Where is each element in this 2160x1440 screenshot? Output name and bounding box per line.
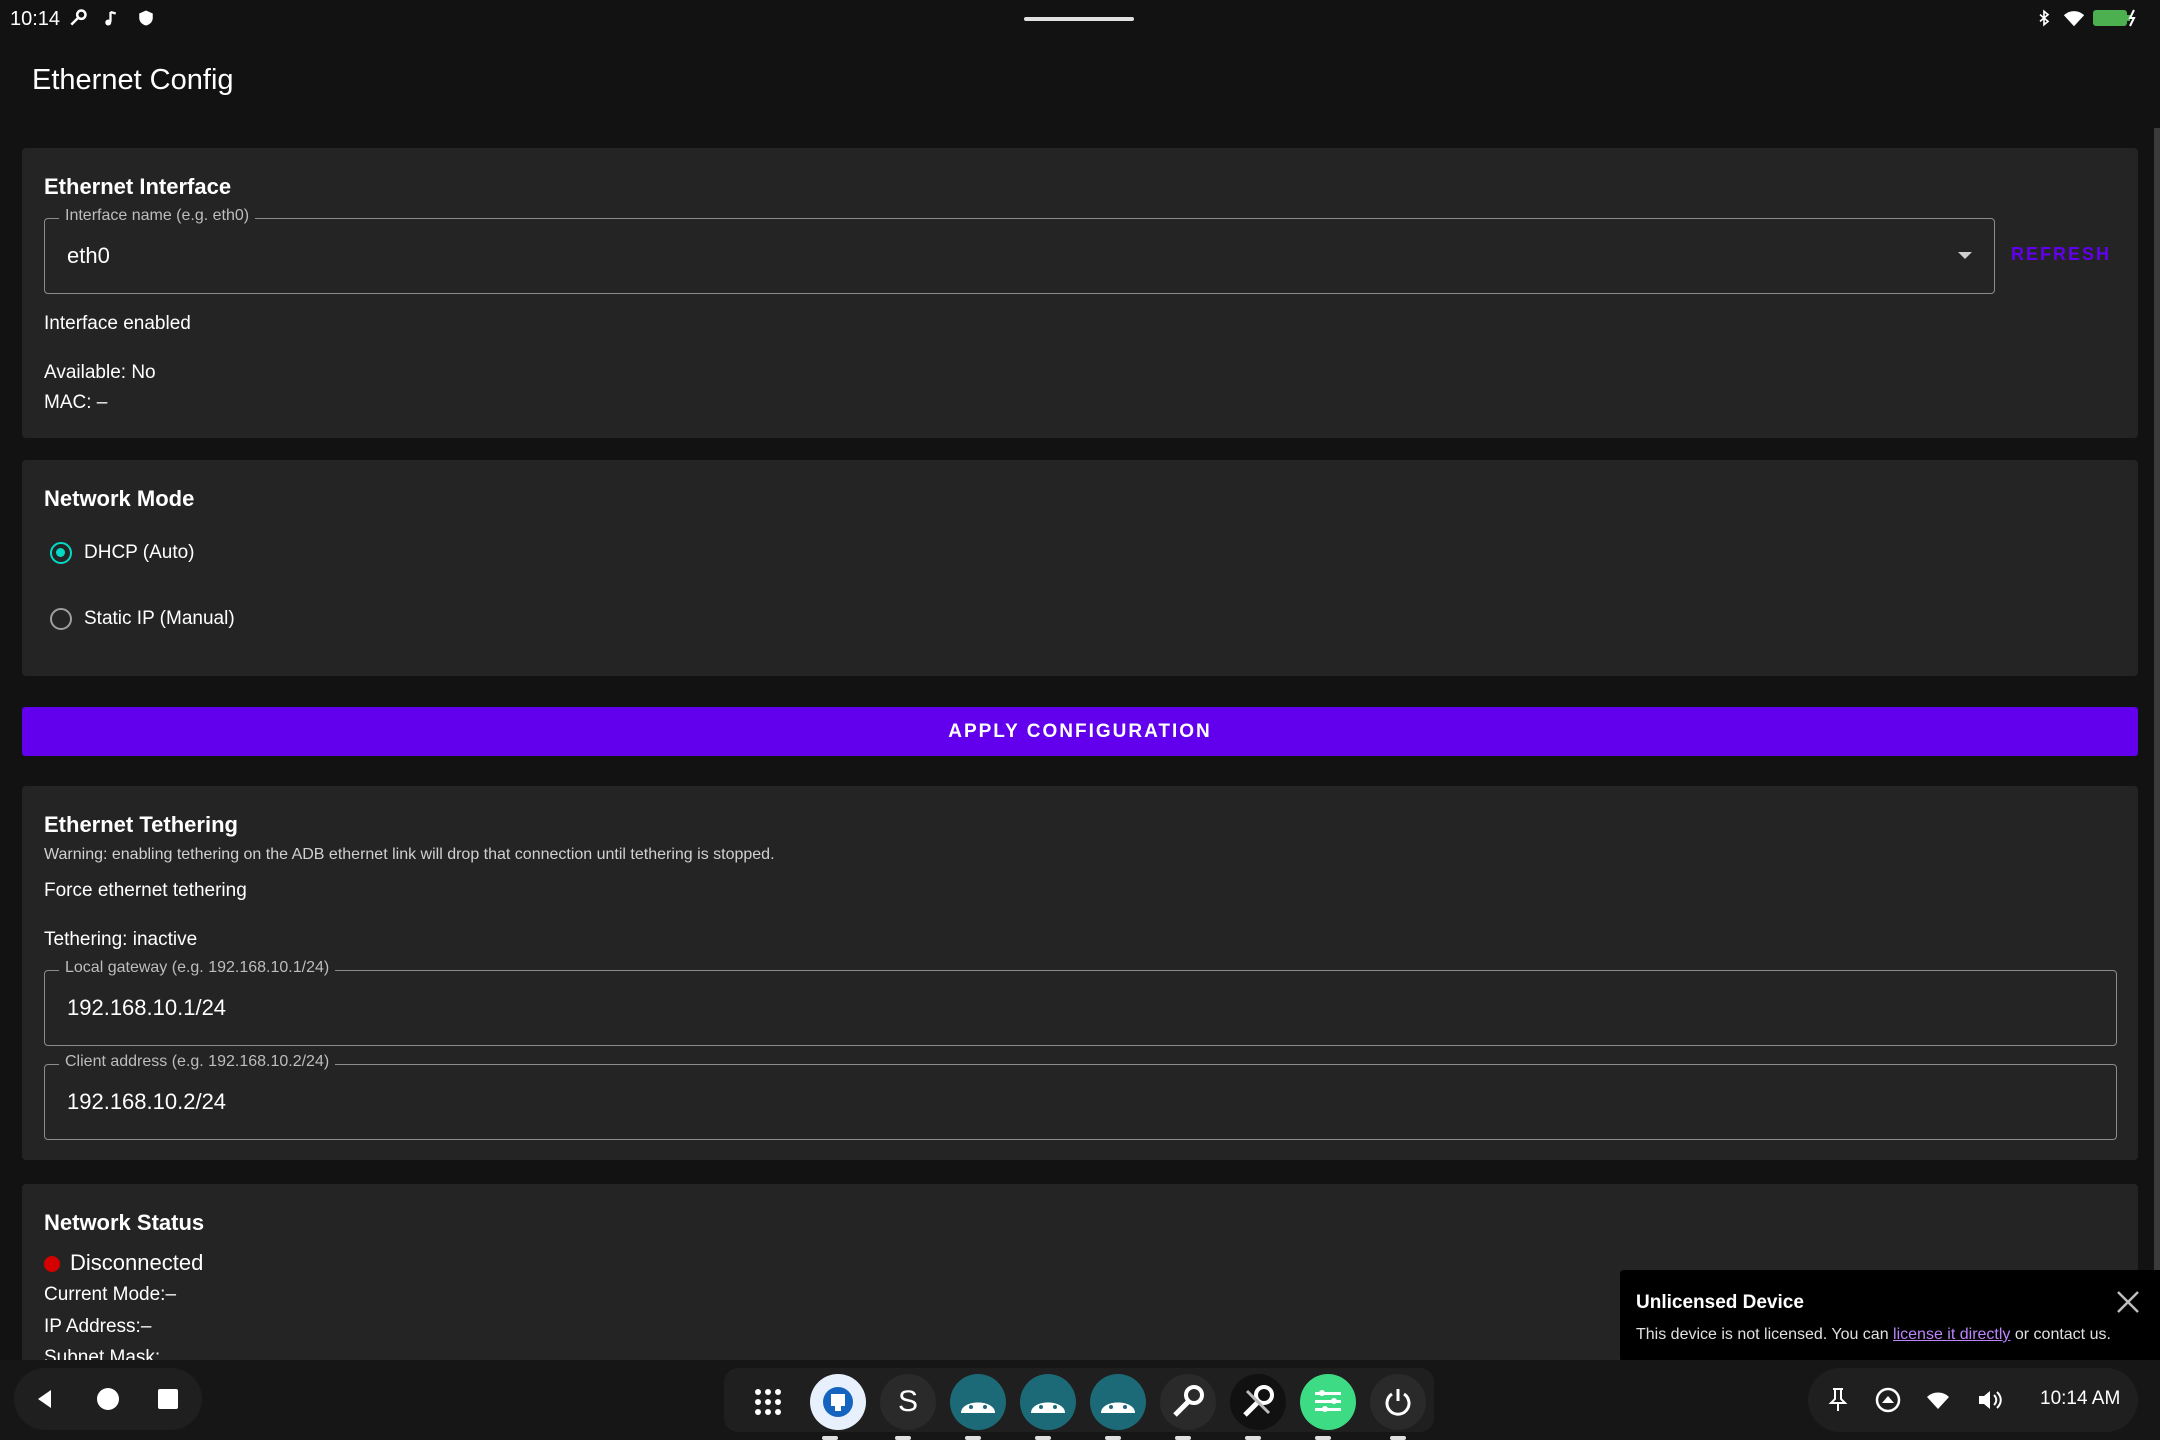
client-address-field[interactable]: Client address (e.g. 192.168.10.2/24) 19… [44, 1053, 2117, 1140]
running-indicator [895, 1436, 911, 1440]
network-mode-card: Network Mode DHCP (Auto) Static IP (Manu… [22, 460, 2138, 676]
connection-text: Disconnected [70, 1250, 204, 1275]
status-dot-icon [44, 1256, 60, 1273]
wifi-icon [2062, 6, 2086, 30]
snackbar-text: This device is not licensed. You can [1636, 1326, 1894, 1343]
drag-handle[interactable] [1024, 17, 1134, 21]
pin-icon[interactable] [1824, 1386, 1852, 1414]
dropdown-arrow-icon[interactable] [1958, 252, 1972, 259]
ethernet-tethering-card: Ethernet Tethering Warning: enabling tet… [22, 786, 2138, 1160]
android-app-icon[interactable] [1020, 1374, 1076, 1430]
tethering-warning: Warning: enabling tethering on the ADB e… [44, 846, 775, 863]
field-value: 192.168.10.1/24 [67, 995, 227, 1020]
license-link[interactable]: license it directly [1893, 1326, 2010, 1343]
apply-configuration-button[interactable]: APPLY CONFIGURATION [22, 707, 2138, 756]
app-drawer-icon[interactable] [740, 1374, 796, 1430]
radio-dhcp[interactable]: DHCP (Auto) [50, 542, 195, 564]
current-mode-text: Current Mode:– [44, 1284, 177, 1305]
wifi-icon[interactable] [1924, 1386, 1952, 1414]
battery-charging-icon [2092, 6, 2136, 30]
radio-label: Static IP (Manual) [84, 608, 235, 629]
radio-label: DHCP (Auto) [84, 542, 195, 563]
mac-text: MAC: – [44, 392, 108, 413]
interface-name-dropdown[interactable]: Interface name (e.g. eth0) eth0 [44, 207, 1995, 294]
page-title: Ethernet Config [32, 64, 234, 96]
taskbar: S 10:14 AM [0, 1360, 2160, 1440]
android-app-icon[interactable] [950, 1374, 1006, 1430]
tethering-status: Tethering: inactive [44, 929, 198, 950]
running-indicator [1035, 1436, 1051, 1440]
running-indicator [1390, 1436, 1406, 1440]
running-indicator [822, 1436, 838, 1440]
running-indicator [1245, 1436, 1261, 1440]
radio-selected-icon[interactable] [50, 542, 72, 564]
card-title: Ethernet Tethering [44, 812, 238, 837]
shield-icon [134, 6, 158, 30]
navigation-bar [14, 1368, 202, 1430]
running-indicator [1105, 1436, 1121, 1440]
wrench-icon [66, 6, 90, 30]
close-icon[interactable] [2114, 1288, 2142, 1316]
system-tray: 10:14 AM [1808, 1368, 2138, 1432]
field-value: eth0 [67, 243, 110, 268]
home-icon[interactable] [91, 1382, 125, 1416]
up-arrow-circle-icon[interactable] [1874, 1386, 1902, 1414]
bluetooth-icon [2032, 6, 2056, 30]
running-indicator [965, 1436, 981, 1440]
power-icon[interactable] [1370, 1374, 1426, 1430]
running-indicator [1315, 1436, 1331, 1440]
wrench-app-icon[interactable] [1160, 1374, 1216, 1430]
ethernet-app-icon[interactable] [810, 1374, 866, 1430]
card-title: Network Status [44, 1210, 205, 1235]
back-icon[interactable] [28, 1382, 62, 1416]
status-time: 10:14 [10, 8, 61, 30]
app-dock: S [724, 1368, 1434, 1432]
refresh-button[interactable]: REFRESH [2011, 244, 2111, 265]
connection-status: Disconnected [44, 1250, 203, 1276]
card-title: Network Mode [44, 486, 195, 511]
interface-enabled-label[interactable]: Interface enabled [44, 313, 191, 335]
running-indicator [1175, 1436, 1191, 1440]
snackbar-title: Unlicensed Device [1636, 1292, 1804, 1313]
android-app-icon[interactable] [1090, 1374, 1146, 1430]
force-tethering-label[interactable]: Force ethernet tethering [44, 880, 247, 902]
unlicensed-snackbar: Unlicensed Device This device is not lic… [1620, 1270, 2160, 1362]
s-app-icon[interactable]: S [880, 1374, 936, 1430]
tools-app-icon[interactable] [1230, 1374, 1286, 1430]
snackbar-text: or contact us. [2010, 1326, 2111, 1343]
volume-icon[interactable] [1976, 1386, 2004, 1414]
field-label: Client address (e.g. 192.168.10.2/24) [59, 1053, 336, 1071]
field-label: Interface name (e.g. eth0) [59, 207, 256, 225]
music-note-icon [100, 6, 124, 30]
scrollbar[interactable] [2154, 128, 2160, 1358]
taskbar-clock[interactable]: 10:14 AM [2040, 1388, 2120, 1410]
snackbar-body: This device is not licensed. You can lic… [1636, 1326, 2111, 1344]
subnet-mask-text: Subnet Mask: [44, 1347, 161, 1361]
recents-icon[interactable] [151, 1382, 185, 1416]
field-label: Local gateway (e.g. 192.168.10.1/24) [59, 959, 336, 977]
ip-address-text: IP Address:– [44, 1316, 152, 1337]
radio-static[interactable]: Static IP (Manual) [50, 608, 235, 630]
ethernet-interface-card: Ethernet Interface Interface name (e.g. … [22, 148, 2138, 438]
available-text: Available: No [44, 362, 156, 383]
field-value: 192.168.10.2/24 [67, 1089, 227, 1114]
local-gateway-field[interactable]: Local gateway (e.g. 192.168.10.1/24) 192… [44, 959, 2117, 1046]
settings-sliders-app-icon[interactable] [1300, 1374, 1356, 1430]
status-bar: 10:14 [0, 0, 2160, 38]
radio-unselected-icon[interactable] [50, 608, 72, 630]
card-title: Ethernet Interface [44, 174, 232, 199]
